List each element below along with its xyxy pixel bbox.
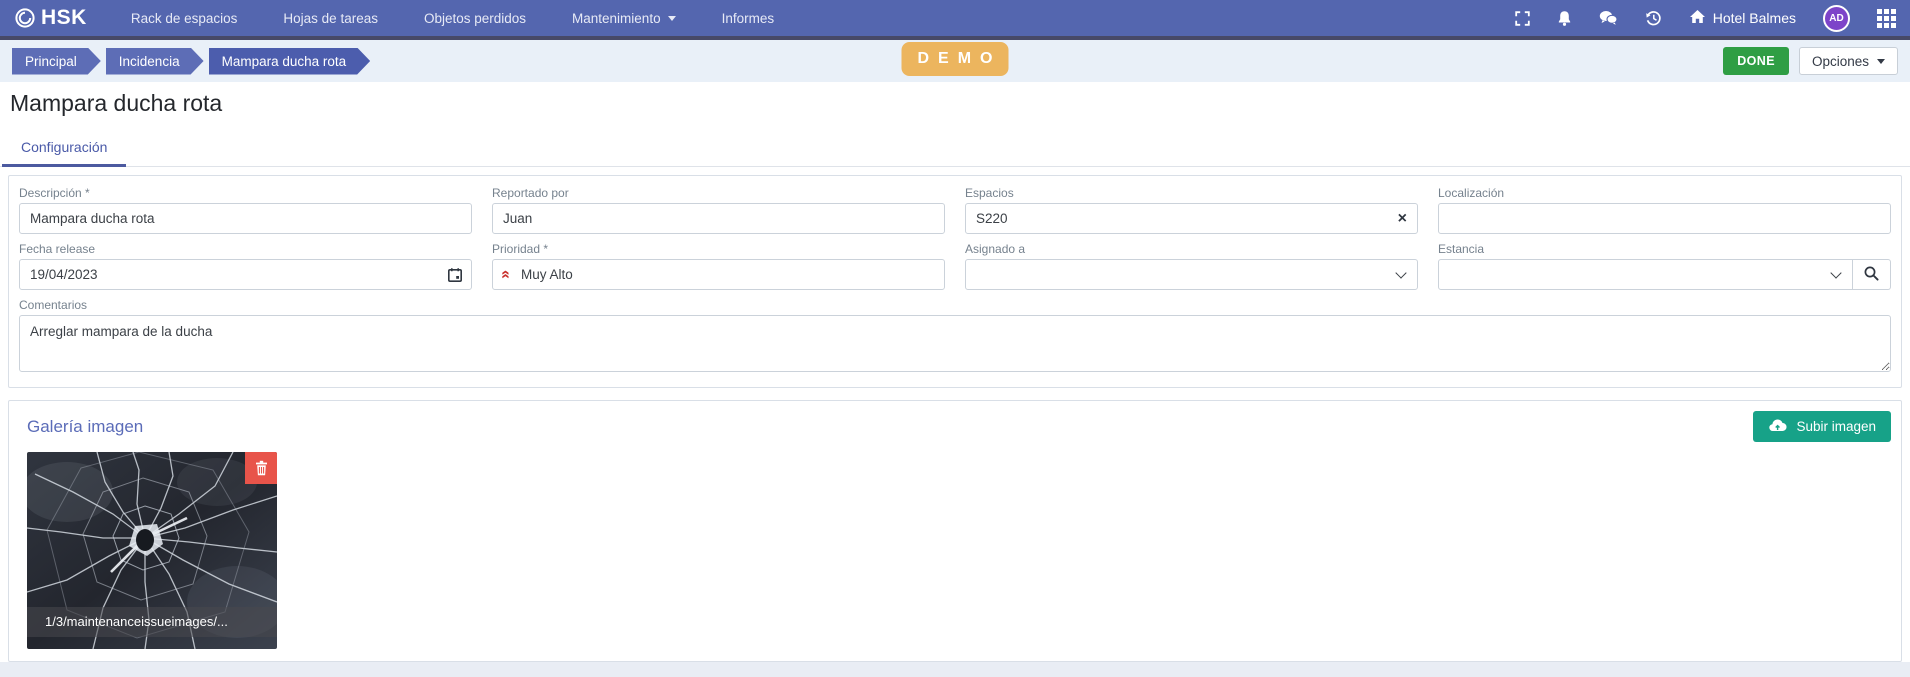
hotel-name: Hotel Balmes (1713, 10, 1796, 26)
espacios-input[interactable] (965, 203, 1418, 234)
incident-form-panel: Descripción * Reportado por Espacios × L… (8, 175, 1902, 388)
image-caption: 1/3/maintenanceissueimages/... (27, 607, 277, 637)
comentarios-label: Comentarios (19, 298, 1891, 312)
prioridad-input[interactable] (492, 259, 945, 290)
field-reportado-por: Reportado por (492, 186, 945, 234)
field-estancia: Estancia (1438, 242, 1891, 290)
done-button[interactable]: DONE (1723, 47, 1789, 75)
localizacion-input[interactable] (1438, 203, 1891, 234)
menu-item-rack-de-espacios[interactable]: Rack de espacios (131, 11, 238, 26)
top-navbar: HSK Rack de espacios Hojas de tareas Obj… (0, 0, 1910, 36)
descripcion-input[interactable] (19, 203, 472, 234)
app-logo[interactable]: HSK (14, 6, 87, 30)
menu-item-objetos-perdidos[interactable]: Objetos perdidos (424, 11, 526, 26)
prioridad-label: Prioridad * (492, 242, 945, 256)
breadcrumb-principal[interactable]: Principal (12, 48, 101, 75)
field-asignado-a: Asignado a (965, 242, 1418, 290)
demo-badge: DEMO (902, 42, 1009, 76)
breadcrumb-bar: Principal Incidencia Mampara ducha rota … (0, 36, 1910, 82)
chat-icon[interactable] (1599, 10, 1618, 26)
estancia-select[interactable] (1438, 259, 1853, 290)
field-espacios: Espacios × (965, 186, 1418, 234)
fullscreen-icon[interactable] (1515, 11, 1530, 26)
search-icon (1863, 265, 1880, 285)
menu-item-informes[interactable]: Informes (722, 11, 775, 26)
cloud-upload-icon (1768, 418, 1787, 435)
tab-configuracion[interactable]: Configuración (2, 131, 126, 167)
gallery-title: Galería imagen (19, 417, 143, 437)
page-title: Mampara ducha rota (10, 90, 1910, 117)
breadcrumb-incidencia[interactable]: Incidencia (106, 48, 204, 75)
field-comentarios: Comentarios Arreglar mampara de la ducha (19, 298, 1891, 377)
descripcion-label: Descripción * (19, 186, 472, 200)
chevron-down-icon (668, 16, 676, 21)
trash-icon (254, 460, 269, 476)
priority-high-double-chevron-icon: » (497, 269, 513, 278)
tab-bar: Configuración (0, 131, 1910, 167)
page-background-strip (0, 662, 1910, 677)
app-logo-text: HSK (41, 6, 87, 30)
navbar-right-tools: Hotel Balmes AD (1515, 5, 1896, 32)
options-dropdown-button[interactable]: Opciones (1799, 47, 1898, 75)
breadcrumb: Principal Incidencia Mampara ducha rota (12, 48, 370, 75)
localizacion-label: Localización (1438, 186, 1891, 200)
hsk-logo-icon (14, 7, 36, 29)
menu-item-hojas-de-tareas[interactable]: Hojas de tareas (283, 11, 378, 26)
main-menu: Rack de espacios Hojas de tareas Objetos… (131, 11, 774, 26)
estancia-label: Estancia (1438, 242, 1891, 256)
breadcrumb-current[interactable]: Mampara ducha rota (209, 48, 371, 75)
hotel-selector[interactable]: Hotel Balmes (1689, 9, 1796, 27)
fecha-release-input[interactable] (19, 259, 472, 290)
image-gallery-panel: Galería imagen Subir imagen (8, 400, 1902, 662)
delete-image-button[interactable] (245, 452, 277, 484)
field-descripcion: Descripción * (19, 186, 472, 234)
field-localizacion: Localización (1438, 186, 1891, 234)
user-avatar[interactable]: AD (1823, 5, 1850, 32)
espacios-label: Espacios (965, 186, 1418, 200)
estancia-search-button[interactable] (1853, 259, 1891, 290)
clear-x-icon[interactable]: × (1398, 211, 1407, 227)
reportado-por-label: Reportado por (492, 186, 945, 200)
field-prioridad: Prioridad * » (492, 242, 945, 290)
notifications-bell-icon[interactable] (1557, 10, 1572, 27)
gallery-image-thumbnail[interactable]: 1/3/maintenanceissueimages/... (27, 452, 277, 649)
menu-item-mantenimiento[interactable]: Mantenimiento (572, 11, 676, 26)
field-fecha-release: Fecha release (19, 242, 472, 290)
chevron-down-icon (1395, 267, 1406, 278)
asignado-a-select[interactable] (965, 259, 1418, 290)
history-icon[interactable] (1645, 10, 1662, 27)
apps-grid-icon[interactable] (1877, 9, 1896, 28)
comentarios-textarea[interactable]: Arreglar mampara de la ducha (19, 315, 1891, 372)
reportado-por-input[interactable] (492, 203, 945, 234)
chevron-down-icon (1877, 59, 1885, 64)
home-icon (1689, 9, 1706, 27)
header-actions: DONE Opciones (1723, 47, 1898, 75)
calendar-icon[interactable] (447, 267, 463, 283)
fecha-release-label: Fecha release (19, 242, 472, 256)
asignado-a-label: Asignado a (965, 242, 1418, 256)
upload-image-button[interactable]: Subir imagen (1753, 411, 1891, 442)
chevron-down-icon (1830, 267, 1841, 278)
